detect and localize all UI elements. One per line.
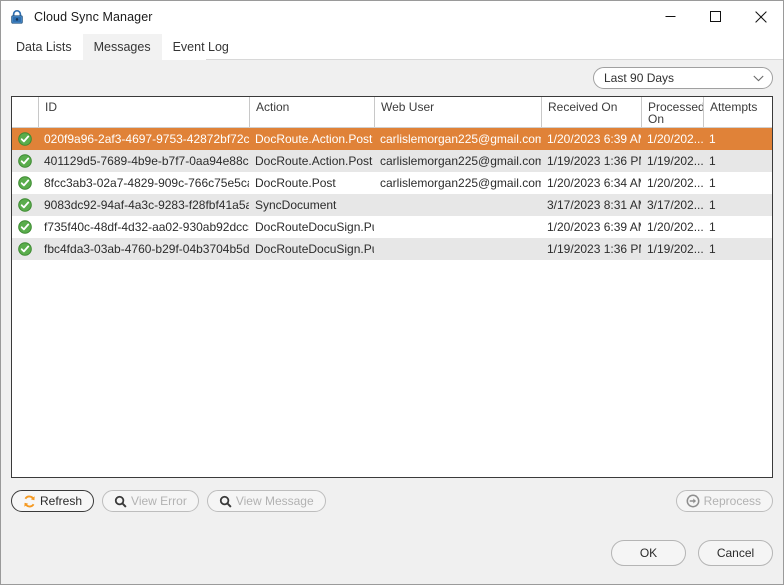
cell-id: f735f40c-48df-4d32-aa02-930ab92dcc5f: [44, 220, 249, 234]
minimize-button[interactable]: [648, 1, 693, 32]
cell-attempts: 1: [709, 198, 716, 212]
minimize-icon: [665, 16, 676, 17]
cell-action: DocRouteDocuSign.Put: [255, 220, 374, 234]
cell-id: 401129d5-7689-4b9e-b7f7-0aa94e88c056: [44, 154, 249, 168]
cell-processed-on: 1/19/202...: [647, 242, 703, 256]
cell-action: SyncDocument: [255, 198, 337, 212]
reprocess-button[interactable]: Reprocess: [675, 490, 773, 512]
date-range-select[interactable]: Last 90 Days: [593, 67, 773, 89]
maximize-icon: [710, 11, 721, 22]
table-row[interactable]: f735f40c-48df-4d32-aa02-930ab92dcc5f DocR…: [12, 216, 772, 238]
column-header-id[interactable]: ID: [38, 97, 249, 127]
column-header-processed-on[interactable]: Processed On: [641, 97, 703, 127]
cell-id: 9083dc92-94af-4a3c-9283-f28fbf41a5a6: [44, 198, 249, 212]
cloud-sync-manager-window: Cloud Sync Manager Data Lists Messages E…: [0, 0, 784, 585]
cell-received-on: 1/20/2023 6:39 AM: [547, 220, 641, 234]
grid-header-row: ID Action Web User Received On Processed…: [12, 97, 772, 128]
cell-id: 020f9a96-2af3-4697-9753-42872bf72ca6: [44, 132, 249, 146]
cell-web-user: carlislemorgan225@gmail.com: [380, 154, 541, 168]
refresh-button[interactable]: Refresh: [11, 490, 95, 512]
tab-strip: Data Lists Messages Event Log: [1, 32, 783, 60]
cell-attempts: 1: [709, 242, 716, 256]
success-icon: [12, 220, 38, 234]
cell-processed-on: 1/20/202...: [647, 176, 703, 190]
cell-attempts: 1: [709, 132, 716, 146]
dialog-footer: OK Cancel: [11, 518, 773, 584]
cell-web-user: carlislemorgan225@gmail.com: [380, 132, 541, 146]
chevron-down-icon: [753, 75, 764, 81]
cell-received-on: 1/19/2023 1:36 PM: [547, 154, 641, 168]
cell-action: DocRoute.Post: [255, 176, 336, 190]
column-header-received-on[interactable]: Received On: [541, 97, 641, 127]
magnifier-icon: [114, 495, 127, 508]
cell-received-on: 3/17/2023 8:31 AM: [547, 198, 641, 212]
cell-received-on: 1/20/2023 6:39 AM: [547, 132, 641, 146]
view-message-label: View Message: [235, 494, 314, 508]
view-error-button[interactable]: View Error: [102, 490, 199, 512]
success-icon: [12, 198, 38, 212]
cell-id: 8fcc3ab3-02a7-4829-909c-766c75e5ca68: [44, 176, 249, 190]
date-range-value: Last 90 Days: [604, 71, 675, 85]
cancel-button[interactable]: Cancel: [698, 540, 773, 566]
table-row[interactable]: 020f9a96-2af3-4697-9753-42872bf72ca6 DocR…: [12, 128, 772, 150]
success-icon: [12, 176, 38, 190]
success-icon: [12, 132, 38, 146]
reprocess-label: Reprocess: [703, 494, 761, 508]
success-icon: [12, 242, 38, 256]
cell-processed-on: 1/20/202...: [647, 132, 703, 146]
cell-attempts: 1: [709, 154, 716, 168]
magnifier-icon: [219, 495, 232, 508]
cell-received-on: 1/19/2023 1:36 PM: [547, 242, 641, 256]
table-row[interactable]: 8fcc3ab3-02a7-4829-909c-766c75e5ca68 DocR…: [12, 172, 772, 194]
tab-data-lists[interactable]: Data Lists: [5, 34, 83, 60]
close-button[interactable]: [738, 1, 783, 32]
table-row[interactable]: fbc4fda3-03ab-4760-b29f-04b3704b5dac DocR…: [12, 238, 772, 260]
close-icon: [754, 10, 767, 23]
table-row[interactable]: 9083dc92-94af-4a3c-9283-f28fbf41a5a6 Sync…: [12, 194, 772, 216]
messages-panel: Last 90 Days ID Action Web User Received…: [1, 60, 783, 584]
tab-event-log[interactable]: Event Log: [162, 34, 240, 60]
title-bar: Cloud Sync Manager: [1, 1, 783, 32]
view-message-button[interactable]: View Message: [206, 490, 326, 512]
grid-toolbar: Refresh View Error View Message Reproces…: [11, 478, 773, 518]
cell-attempts: 1: [709, 220, 716, 234]
table-row[interactable]: 401129d5-7689-4b9e-b7f7-0aa94e88c056 DocR…: [12, 150, 772, 172]
cell-action: DocRoute.Action.Post: [255, 154, 373, 168]
messages-grid: ID Action Web User Received On Processed…: [11, 96, 773, 478]
cell-web-user: carlislemorgan225@gmail.com: [380, 176, 541, 190]
refresh-icon: [23, 495, 36, 508]
column-header-action[interactable]: Action: [249, 97, 374, 127]
column-header-web-user[interactable]: Web User: [374, 97, 541, 127]
window-title: Cloud Sync Manager: [34, 9, 153, 24]
cell-action: DocRoute.Action.Post: [255, 132, 373, 146]
cell-processed-on: 3/17/202...: [647, 198, 703, 212]
cell-processed-on: 1/20/202...: [647, 220, 703, 234]
column-header-status[interactable]: [12, 97, 38, 127]
cell-received-on: 1/20/2023 6:34 AM: [547, 176, 641, 190]
ok-button[interactable]: OK: [611, 540, 686, 566]
view-error-label: View Error: [131, 494, 187, 508]
title-bar-left: Cloud Sync Manager: [1, 9, 153, 25]
refresh-label: Refresh: [40, 494, 83, 508]
window-controls: [648, 1, 783, 32]
arrow-circle-right-icon: [686, 494, 700, 508]
cell-processed-on: 1/19/202...: [647, 154, 703, 168]
success-icon: [12, 154, 38, 168]
filter-row: Last 90 Days: [11, 60, 773, 96]
lock-icon: [9, 9, 25, 25]
cell-action: DocRouteDocuSign.Put: [255, 242, 374, 256]
cell-attempts: 1: [709, 176, 716, 190]
cell-id: fbc4fda3-03ab-4760-b29f-04b3704b5dac: [44, 242, 249, 256]
maximize-button[interactable]: [693, 1, 738, 32]
tab-messages[interactable]: Messages: [82, 34, 162, 60]
grid-body: 020f9a96-2af3-4697-9753-42872bf72ca6 DocR…: [12, 128, 772, 477]
column-header-attempts[interactable]: Attempts: [703, 97, 770, 127]
